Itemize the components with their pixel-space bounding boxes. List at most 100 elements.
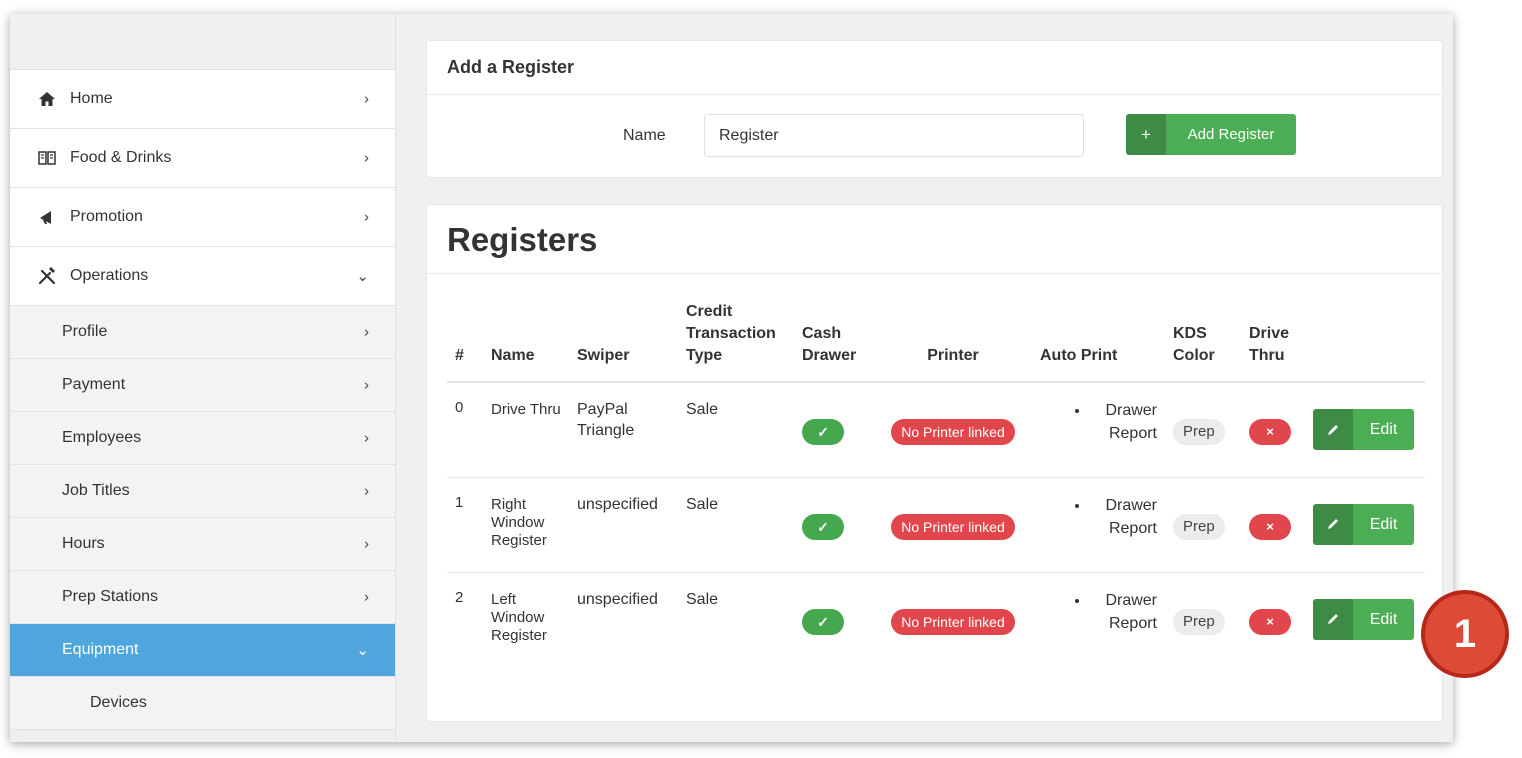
column-header: Swiper xyxy=(569,301,678,383)
column-header-actions xyxy=(1305,301,1425,383)
chevron-right-icon: › xyxy=(364,376,369,394)
row-number: 1 xyxy=(447,477,483,573)
printer-status-badge: No Printer linked xyxy=(891,419,1015,445)
auto-print-item: Drawer Report xyxy=(1090,589,1157,635)
row-number: 0 xyxy=(447,382,483,478)
close-icon: × xyxy=(1249,513,1291,540)
column-header: Auto Print xyxy=(1032,301,1165,383)
check-icon: ✓ xyxy=(802,608,844,635)
chevron-right-icon: › xyxy=(364,208,369,226)
registers-panel: Registers # Name Swiper Credit Transacti… xyxy=(426,204,1443,722)
edit-label: Edit xyxy=(1353,598,1414,640)
close-icon: × xyxy=(1249,419,1291,445)
row-number: 2 xyxy=(455,588,464,606)
swiper-value: PayPal Triangle xyxy=(569,382,678,478)
chevron-down-icon: ⌄ xyxy=(356,642,369,659)
register-name: Left Window Register xyxy=(491,590,547,644)
table-header-row: # Name Swiper Credit Transaction Type Ca… xyxy=(447,301,1425,383)
auto-print-item: Drawer Report xyxy=(1090,494,1157,540)
register-name: Drive Thru xyxy=(483,382,569,478)
check-icon: ✓ xyxy=(802,513,844,540)
printer-status-badge: No Printer linked xyxy=(891,608,1015,635)
column-header: Credit Transaction Type xyxy=(678,301,794,383)
add-register-button[interactable]: + Add Register xyxy=(1126,114,1296,155)
swiper-value: unspecified xyxy=(569,477,678,573)
table-row: 1 Right Window Register unspecified Sale… xyxy=(447,477,1425,573)
sidebar-item-devices[interactable]: Devices xyxy=(10,677,395,730)
sidebar-item-promotion[interactable]: Promotion › xyxy=(10,188,395,247)
sidebar: Home › Food & Drinks › Promotion › Opera… xyxy=(10,14,396,742)
pencil-icon xyxy=(1313,409,1353,450)
sidebar-item-label: Job Titles xyxy=(62,482,130,499)
chevron-right-icon: › xyxy=(364,149,369,167)
sidebar-item-label: Employees xyxy=(62,429,142,446)
column-header: Name xyxy=(483,301,569,383)
edit-button[interactable]: Edit xyxy=(1313,409,1414,450)
printer-status-badge: No Printer linked xyxy=(891,513,1015,540)
column-header: KDS Color xyxy=(1165,301,1241,383)
swiper-value: unspecified xyxy=(577,590,658,608)
sidebar-item-equipment[interactable]: Equipment ⌄ xyxy=(10,624,395,677)
app-window: Home › Food & Drinks › Promotion › Opera… xyxy=(10,14,1453,742)
edit-button[interactable]: Edit xyxy=(1313,503,1414,545)
register-name-input[interactable] xyxy=(704,114,1084,157)
add-register-label: Add Register xyxy=(1166,114,1296,155)
chevron-right-icon: › xyxy=(364,323,369,341)
kds-color-badge: Prep xyxy=(1173,513,1225,540)
name-label: Name xyxy=(623,127,666,144)
registers-table: # Name Swiper Credit Transaction Type Ca… xyxy=(447,301,1425,667)
pencil-icon xyxy=(1313,503,1353,545)
add-register-panel: Add a Register Name + Add Register xyxy=(426,40,1443,178)
column-header: # xyxy=(447,301,483,383)
megaphone-icon xyxy=(38,209,60,225)
pencil-icon xyxy=(1313,598,1353,640)
tools-icon xyxy=(38,267,60,285)
sidebar-item-home[interactable]: Home › xyxy=(10,70,395,129)
sidebar-header xyxy=(10,14,395,70)
chevron-right-icon: › xyxy=(364,429,369,447)
auto-print-item: Drawer Report xyxy=(1090,399,1157,445)
chevron-right-icon: › xyxy=(364,535,369,553)
transaction-type: Sale xyxy=(678,477,794,573)
transaction-type: Sale xyxy=(686,590,719,608)
sidebar-item-label: Food & Drinks xyxy=(70,149,172,166)
sidebar-item-operations[interactable]: Operations ⌄ xyxy=(10,247,395,306)
edit-button[interactable]: Edit xyxy=(1313,598,1414,640)
table-row: 0 Drive Thru PayPal Triangle Sale ✓ No P… xyxy=(447,382,1425,478)
sidebar-item-label: Operations xyxy=(70,267,149,284)
chevron-down-icon: ⌄ xyxy=(356,268,369,285)
check-icon: ✓ xyxy=(802,419,844,445)
sidebar-item-profile[interactable]: Profile › xyxy=(10,306,395,359)
transaction-type: Sale xyxy=(678,382,794,478)
column-header: Printer xyxy=(874,301,1032,383)
column-header: Cash Drawer xyxy=(794,301,874,383)
step-callout-badge: 1 xyxy=(1421,590,1509,678)
sidebar-item-label: Profile xyxy=(62,323,108,340)
sidebar-item-payment[interactable]: Payment › xyxy=(10,359,395,412)
column-header: Drive Thru xyxy=(1241,301,1305,383)
chevron-right-icon: › xyxy=(364,482,369,500)
sidebar-item-label: Home xyxy=(70,90,113,107)
table-row: 2 Left Window Register unspecified Sale … xyxy=(447,572,1425,667)
menu-book-icon xyxy=(38,150,60,166)
close-icon: × xyxy=(1249,608,1291,635)
page-title: Registers xyxy=(427,205,1442,274)
kds-color-badge: Prep xyxy=(1173,419,1225,445)
kds-color-badge: Prep xyxy=(1173,608,1225,635)
panel-title: Add a Register xyxy=(427,41,1442,95)
sidebar-item-food-drinks[interactable]: Food & Drinks › xyxy=(10,129,395,188)
sidebar-item-label: Devices xyxy=(90,694,147,711)
chevron-right-icon: › xyxy=(364,90,369,108)
sidebar-item-prep-stations[interactable]: Prep Stations › xyxy=(10,571,395,624)
sidebar-item-label: Equipment xyxy=(62,641,139,658)
plus-icon: + xyxy=(1126,114,1166,155)
sidebar-item-label: Promotion xyxy=(70,208,143,225)
sidebar-item-employees[interactable]: Employees › xyxy=(10,412,395,465)
sidebar-item-label: Prep Stations xyxy=(62,588,159,605)
sidebar-item-label: Payment xyxy=(62,376,126,393)
sidebar-item-job-titles[interactable]: Job Titles › xyxy=(10,465,395,518)
sidebar-item-label: Hours xyxy=(62,535,105,552)
sidebar-item-hours[interactable]: Hours › xyxy=(10,518,395,571)
home-icon xyxy=(38,91,60,107)
register-name: Right Window Register xyxy=(483,477,569,573)
